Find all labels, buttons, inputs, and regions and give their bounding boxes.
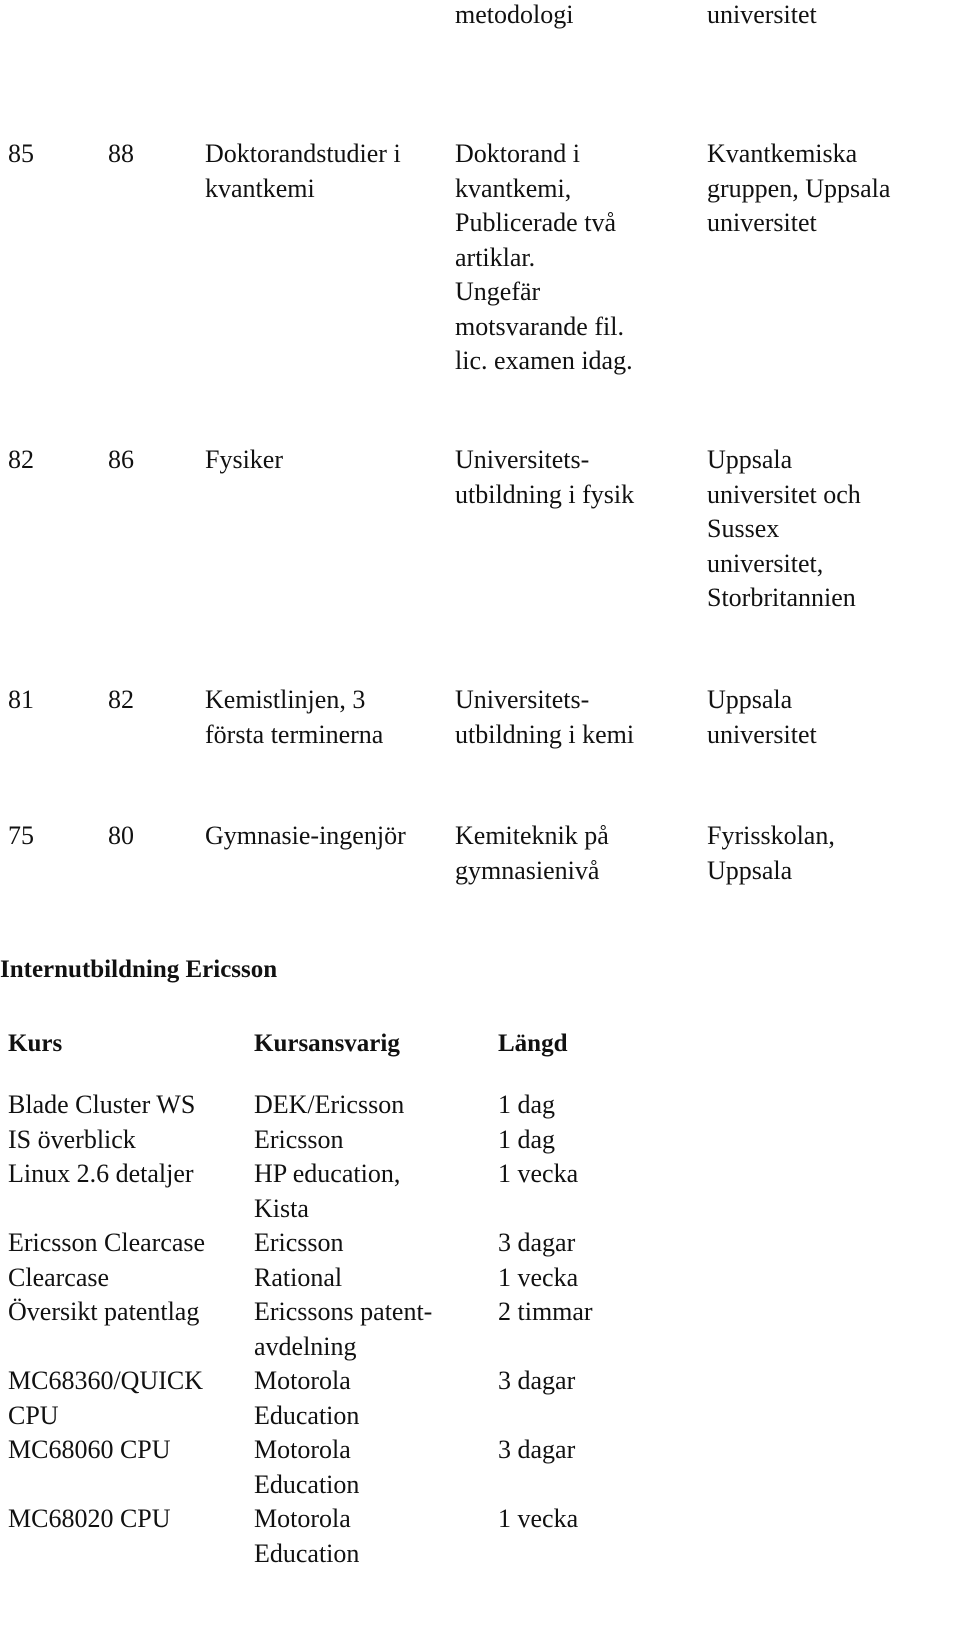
responsible-cell: Ericssons patent- avdelning bbox=[254, 1297, 433, 1361]
column-header-responsible: Kursansvarig bbox=[254, 1030, 400, 1057]
course-cell: Ericsson Clearcase bbox=[8, 1228, 206, 1257]
responsible-cell: Ericsson bbox=[254, 1228, 344, 1257]
description-cell: Universitets- utbildning i kemi bbox=[455, 685, 635, 749]
year-from-cell: 75 bbox=[8, 821, 34, 850]
course-cell: MC68060 CPU bbox=[8, 1435, 171, 1464]
program-cell: Fysiker bbox=[205, 445, 283, 474]
responsible-cell: HP education, Kista bbox=[254, 1159, 401, 1223]
description-cell: Kemiteknik på gymnasienivå bbox=[455, 821, 609, 885]
responsible-cell: Motorola Education bbox=[254, 1504, 360, 1568]
length-cell: 1 vecka bbox=[498, 1504, 579, 1533]
length-cell: 3 dagar bbox=[498, 1366, 576, 1395]
year-from-cell: 82 bbox=[8, 445, 34, 474]
responsible-cell: Motorola Education bbox=[254, 1366, 360, 1430]
course-cell: IS överblick bbox=[8, 1124, 136, 1154]
year-to-cell: 88 bbox=[108, 139, 134, 168]
year-to-cell: 80 bbox=[108, 821, 134, 850]
length-cell: 1 dag bbox=[498, 1090, 556, 1119]
responsible-cell: Motorola Education bbox=[254, 1435, 360, 1499]
responsible-cell: Rational bbox=[254, 1262, 343, 1292]
length-cell: 1 dag bbox=[498, 1124, 556, 1154]
length-cell: 1 vecka bbox=[498, 1159, 579, 1188]
column-header-course: Kurs bbox=[8, 1030, 63, 1057]
course-cell: Clearcase bbox=[8, 1262, 110, 1292]
course-cell: Översikt patentlag bbox=[8, 1297, 200, 1326]
year-from-cell: 85 bbox=[8, 139, 34, 168]
responsible-cell: DEK/Ericsson bbox=[254, 1090, 405, 1119]
length-cell: 1 vecka bbox=[498, 1262, 579, 1292]
program-cell: Gymnasie-ingenjör bbox=[205, 821, 406, 850]
year-to-cell: 86 bbox=[108, 445, 134, 474]
year-from-cell: 81 bbox=[8, 685, 34, 714]
institution-cell: Fyrisskolan, Uppsala bbox=[707, 821, 835, 885]
institution-cell: Uppsala universitet och Sussex universit… bbox=[707, 445, 861, 612]
institution-cell: Kvantkemiska gruppen, Uppsala universite… bbox=[707, 139, 891, 237]
description-cell: Universitets- utbildning i fysik bbox=[455, 445, 635, 509]
program-cell: Doktorandstudier i kvantkemi bbox=[205, 139, 401, 203]
description-cell: metodologi bbox=[455, 0, 574, 29]
section-heading: Internutbildning Ericsson bbox=[0, 956, 278, 983]
institution-cell: Uppsala universitet bbox=[707, 685, 817, 749]
course-cell: Linux 2.6 detaljer bbox=[8, 1159, 194, 1188]
column-header-length: Längd bbox=[498, 1030, 568, 1057]
course-cell: Blade Cluster WS bbox=[8, 1090, 196, 1119]
length-cell: 3 dagar bbox=[498, 1435, 576, 1464]
course-cell: MC68020 CPU bbox=[8, 1504, 171, 1533]
program-cell: Kemistlinjen, 3 första terminerna bbox=[205, 685, 384, 749]
institution-cell: universitet bbox=[707, 0, 817, 29]
responsible-cell: Ericsson bbox=[254, 1124, 344, 1154]
year-to-cell: 82 bbox=[108, 685, 134, 714]
course-cell: MC68360/QUICK CPU bbox=[8, 1366, 204, 1430]
description-cell: Doktorand i kvantkemi, Publicerade två a… bbox=[455, 139, 633, 375]
length-cell: 3 dagar bbox=[498, 1228, 576, 1257]
length-cell: 2 timmar bbox=[498, 1297, 593, 1326]
